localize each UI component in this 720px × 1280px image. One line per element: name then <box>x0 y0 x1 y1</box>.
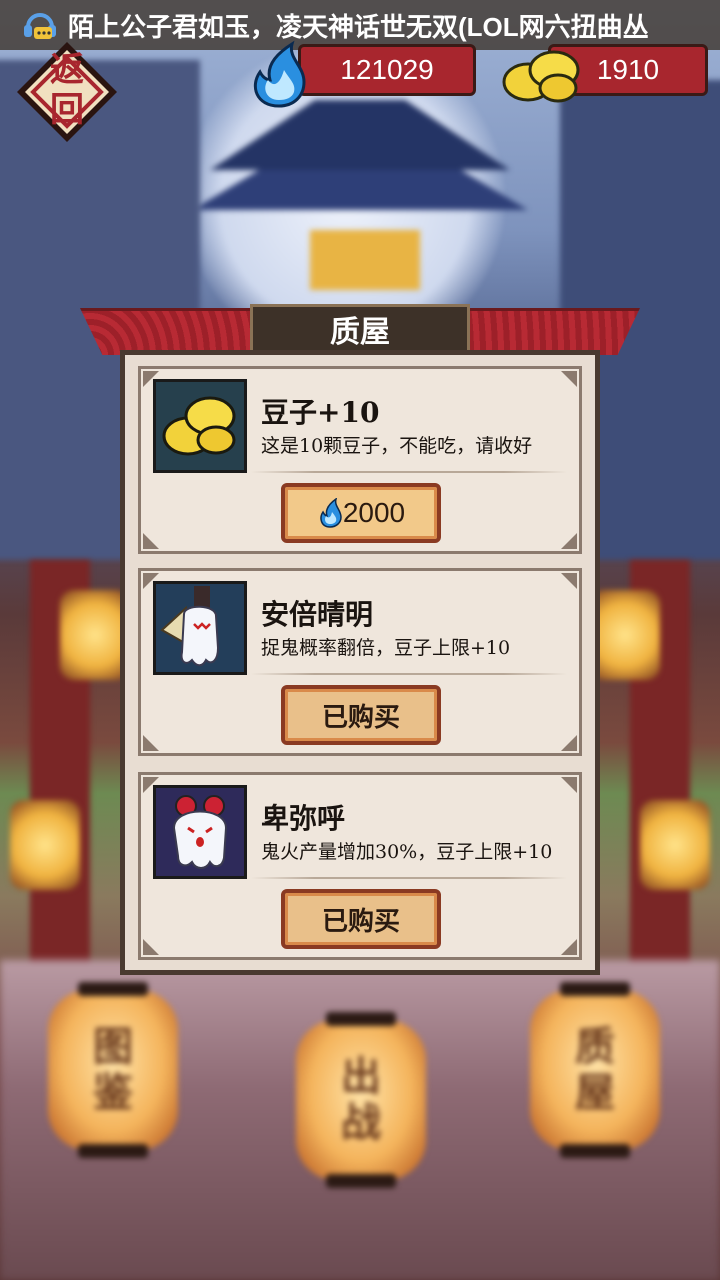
seimei-ghost-icon <box>153 581 247 675</box>
item-name: 卑弥呼 <box>261 802 346 835</box>
item-name: 安倍晴明 <box>261 598 374 631</box>
nav-label-line2: 战 <box>341 1099 381 1146</box>
nav-label-line1: 出 <box>341 1053 381 1100</box>
item-description: 这是10颗豆子，不能吃，请收好 <box>261 435 533 457</box>
nav-lantern-battle[interactable]: 出 战 <box>296 1012 426 1188</box>
nav-label-line2: 鉴 <box>93 1069 133 1116</box>
nav-label-line1: 质 <box>575 1023 615 1070</box>
shop-title-plate: 质屋 <box>250 304 470 354</box>
beans-icon <box>500 44 584 108</box>
lantern-decoration <box>640 800 710 890</box>
shop-item-himiko: 卑弥呼 鬼火产量增加30%，豆子上限+10 已购买 <box>138 772 582 960</box>
divider <box>251 471 567 473</box>
item-description: 捉鬼概率翻倍，豆子上限+10 <box>261 637 511 659</box>
divider <box>251 673 567 675</box>
back-label: 返回 <box>50 50 84 130</box>
item-name: 豆子+10 <box>261 396 380 429</box>
shop-item-abe-no-seimei: 安倍晴明 捉鬼概率翻倍，豆子上限+10 已购买 <box>138 568 582 756</box>
item-description: 鬼火产量增加30%，豆子上限+10 <box>261 841 553 863</box>
beans-amount: 1910 <box>596 54 660 85</box>
ghost-fire-counter: 121029 <box>298 44 476 96</box>
beans-item-icon <box>153 379 247 473</box>
divider <box>251 877 567 879</box>
nav-label-line1: 图 <box>93 1023 133 1070</box>
ghost-fire-icon <box>244 40 314 114</box>
buy-button[interactable]: 2000 <box>281 483 441 543</box>
ghost-fire-icon <box>317 497 343 528</box>
nav-label-line2: 屋 <box>575 1069 615 1116</box>
lantern-decoration <box>10 800 80 890</box>
purchased-button[interactable]: 已购买 <box>281 685 441 745</box>
broadcast-message: 陌上公子君如玉，凌天神话世无双(LOL网六扭曲丛 <box>68 11 649 42</box>
purchased-label: 已购买 <box>321 906 400 937</box>
price-label: 2000 <box>342 497 406 528</box>
ghost-fire-amount: 121029 <box>340 54 434 85</box>
shop-item-beans: 豆子+10 这是10颗豆子，不能吃，请收好 2000 <box>138 366 582 554</box>
nav-lantern-shop[interactable]: 质 屋 <box>530 982 660 1158</box>
page-title: 质屋 <box>330 315 390 350</box>
chat-bubble-icon <box>20 5 60 45</box>
purchased-button[interactable]: 已购买 <box>281 889 441 949</box>
purchased-label: 已购买 <box>321 702 400 733</box>
lantern-decoration <box>590 590 660 680</box>
himiko-ghost-icon <box>153 785 247 879</box>
nav-lantern-encyclopedia[interactable]: 图 鉴 <box>48 982 178 1158</box>
back-button[interactable]: 返回 <box>15 40 119 144</box>
